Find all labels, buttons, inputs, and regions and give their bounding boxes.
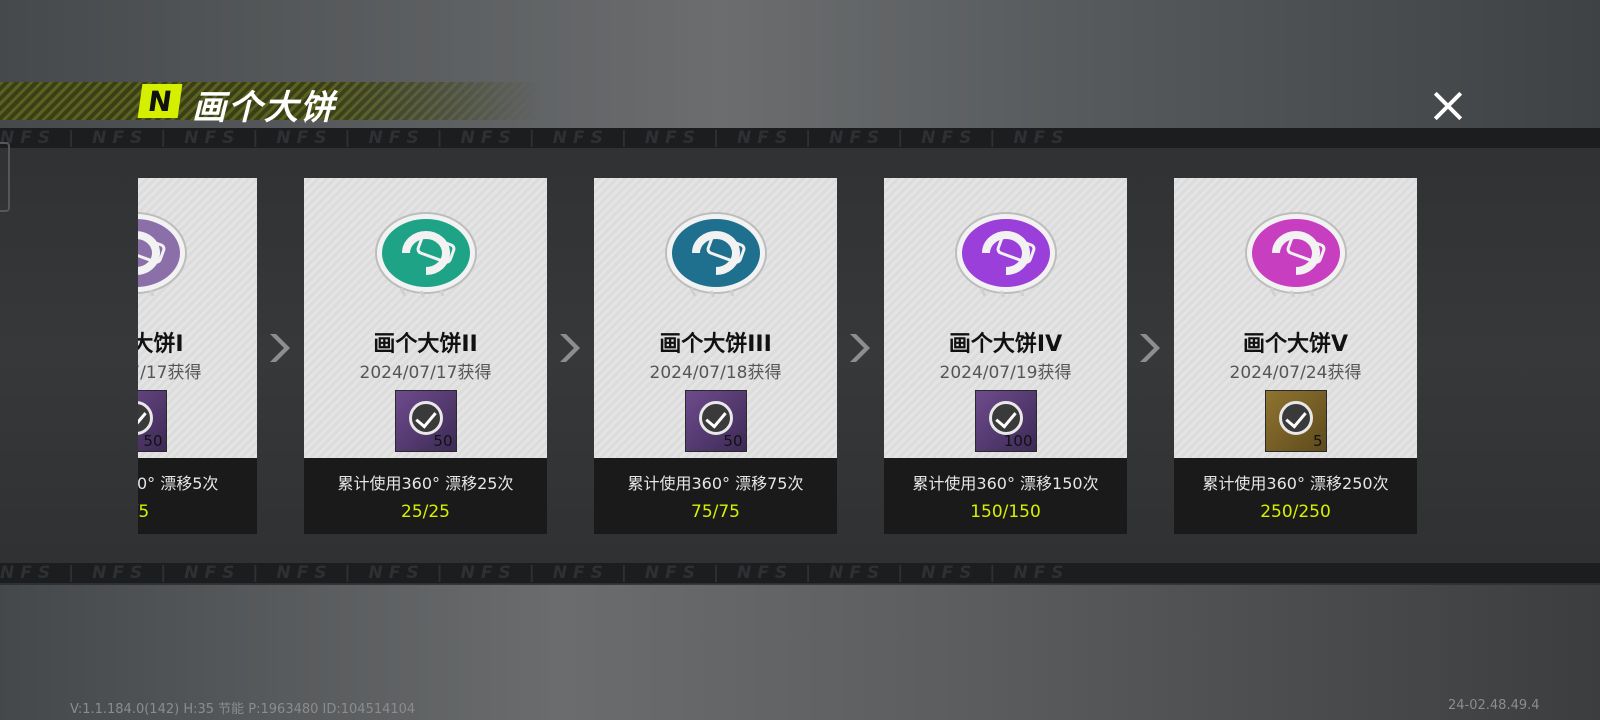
reward-quantity: 100 xyxy=(1003,432,1033,450)
achievement-card[interactable]: 画个大饼IV 2024/07/19获得 100 累计使用360° 漂移150次 … xyxy=(884,178,1127,534)
reward-quantity: 5 xyxy=(1312,432,1323,450)
drift-emblem-icon xyxy=(954,212,1057,298)
build-text: 24-02.48.49.4 xyxy=(1448,698,1540,713)
achievement-card[interactable]: 画个大饼V 2024/07/24获得 5 累计使用360° 漂移250次 250… xyxy=(1174,178,1417,534)
achievement-date: 2024/07/24获得 xyxy=(1229,363,1362,383)
drift-emblem-icon xyxy=(664,212,767,298)
achievement-progress: 25/25 xyxy=(401,502,450,522)
version-text: V:1.1.184.0(142) H:35 节能 P:1963480 ID:10… xyxy=(70,702,416,717)
achievement-progress: 150/150 xyxy=(970,502,1041,522)
reward-item[interactable]: 50 xyxy=(394,390,457,452)
nfs-strip-top: NFS | NFS | NFS | NFS | NFS | NFS | NFS … xyxy=(0,128,1600,148)
achievement-description: 累计使用360° 漂移250次 xyxy=(1202,474,1389,493)
achievement-name: 画个大饼III xyxy=(659,332,772,357)
close-button[interactable] xyxy=(1428,86,1468,126)
achievement-description: 累计使用360° 漂移25次 xyxy=(337,474,514,493)
nfs-logo-icon: N xyxy=(137,84,183,118)
achievement-footer: 累计使用360° 漂移25次 25/25 xyxy=(304,458,547,534)
achievement-card[interactable]: 画个大饼II 2024/07/17获得 50 累计使用360° 漂移25次 25… xyxy=(304,178,547,534)
page-title: 画个大饼 xyxy=(192,88,336,128)
chevron-right-icon xyxy=(1136,332,1164,364)
achievement-name: 画个大饼II xyxy=(373,332,478,357)
chevron-right-icon xyxy=(556,332,584,364)
achievement-footer: 累计使用360° 漂移75次 75/75 xyxy=(594,458,837,534)
achievement-name: 画个大饼IV xyxy=(948,332,1063,357)
achievement-date: 2024/07/17获得 xyxy=(359,363,492,383)
achievement-footer: 累计使用360° 漂移150次 150/150 xyxy=(884,458,1127,534)
check-icon xyxy=(1278,401,1313,435)
reward-quantity: 50 xyxy=(433,432,453,450)
check-icon xyxy=(988,401,1023,435)
achievement-date: 2024/07/19获得 xyxy=(939,363,1072,383)
achievement-progress: 75/75 xyxy=(691,502,740,522)
achievement-date: 2024/07/18获得 xyxy=(649,363,782,383)
chevron-right-icon xyxy=(266,332,294,364)
chevron-right-icon xyxy=(846,332,874,364)
reward-quantity: 50 xyxy=(723,432,743,450)
drift-emblem-icon xyxy=(374,212,477,298)
reward-item[interactable]: 50 xyxy=(684,390,747,452)
achievement-name: 画个大饼V xyxy=(1242,332,1349,357)
achievement-description: 累计使用360° 漂移75次 xyxy=(627,474,804,493)
reward-quantity: 50 xyxy=(143,432,163,450)
achievement-description: 累计使用360° 漂移150次 xyxy=(912,474,1099,493)
achievement-card[interactable]: 画个大饼III 2024/07/18获得 50 累计使用360° 漂移75次 7… xyxy=(594,178,837,534)
check-icon xyxy=(698,401,733,435)
nfs-strip-bottom: NFS | NFS | NFS | NFS | NFS | NFS | NFS … xyxy=(0,563,1600,583)
reward-item[interactable]: 5 xyxy=(1264,390,1327,452)
left-frame-icon xyxy=(0,142,10,212)
drift-emblem-icon xyxy=(1244,212,1347,298)
achievement-footer: 累计使用360° 漂移250次 250/250 xyxy=(1174,458,1417,534)
reward-item[interactable]: 100 xyxy=(974,390,1037,452)
achievement-progress: 250/250 xyxy=(1260,502,1331,522)
check-icon xyxy=(408,401,443,435)
